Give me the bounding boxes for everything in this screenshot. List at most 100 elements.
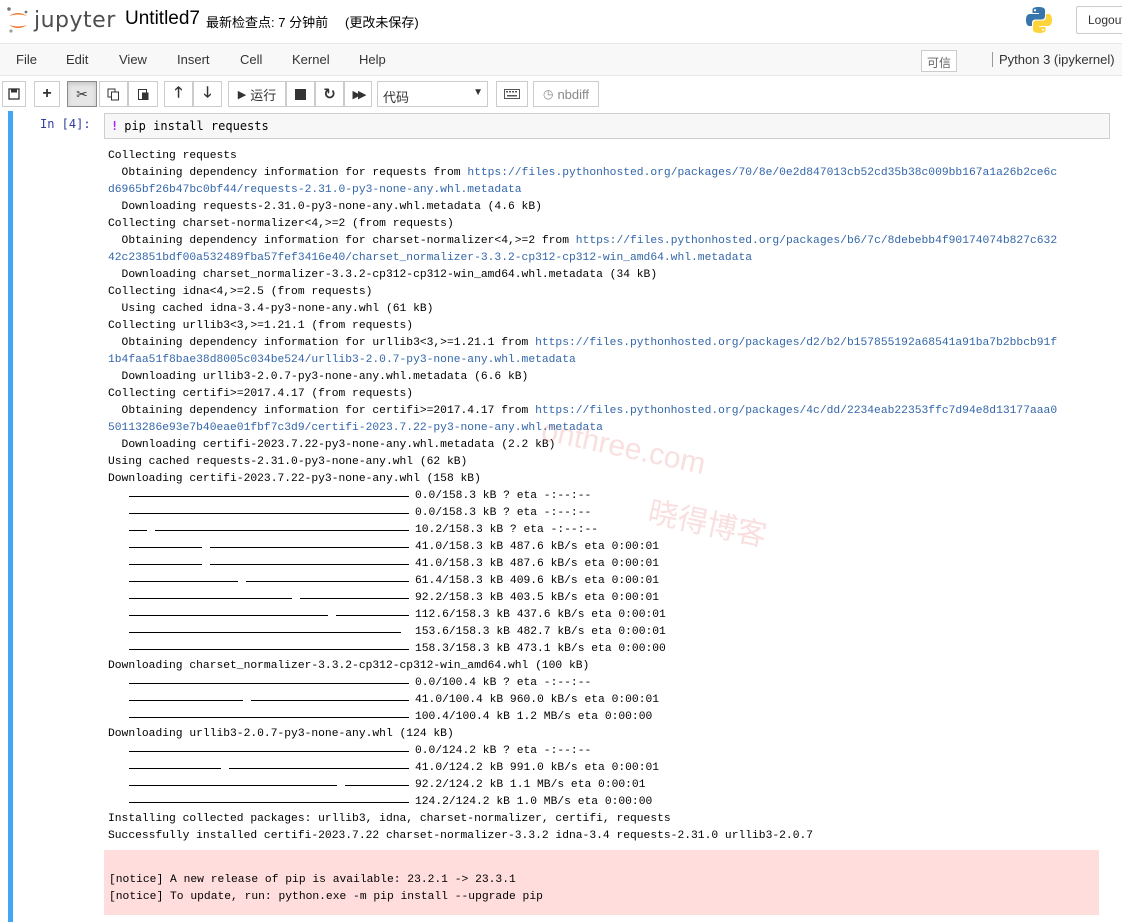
progress-bar-remaining	[210, 564, 409, 565]
menu-help[interactable]: Help	[359, 52, 386, 67]
package-url-link[interactable]: https://files.pythonhosted.org/packages/…	[535, 337, 1057, 349]
menu-insert[interactable]: Insert	[177, 52, 210, 67]
progress-bar	[129, 760, 409, 777]
restart-run-all-button[interactable]: ▶▶	[344, 81, 372, 107]
progress-text: 0.0/100.4 kB ? eta -:--:--	[415, 677, 592, 689]
progress-bar	[129, 607, 409, 624]
copy-button[interactable]	[99, 81, 128, 107]
output-line: d6965bf26b47bc0bf44/requests-2.31.0-py3-…	[108, 182, 1098, 199]
fast-forward-icon: ▶▶	[352, 88, 367, 101]
notice-line: [notice] To update, run: python.exe -m p…	[109, 891, 543, 903]
output-text: Downloading charset_normalizer-3.3.2-cp3…	[108, 660, 590, 672]
package-url-link[interactable]: https://files.pythonhosted.org/packages/…	[535, 405, 1057, 417]
output-line: Using cached requests-2.31.0-py3-none-an…	[108, 454, 1098, 471]
progress-bar	[129, 590, 409, 607]
progress-bar	[129, 743, 409, 760]
cell-type-value: 代码	[383, 90, 410, 105]
progress-text: 100.4/100.4 kB 1.2 MB/s eta 0:00:00	[415, 711, 653, 723]
chevron-down-icon: ▼	[473, 87, 483, 98]
jupyter-wordmark: jupyter	[34, 7, 116, 33]
package-url-link[interactable]: d6965bf26b47bc0bf44/requests-2.31.0-py3-…	[108, 184, 522, 196]
kernel-indicator[interactable]: Python 3 (ipykernel)	[992, 52, 1115, 67]
output-text: Downloading certifi-2023.7.22-py3-none-a…	[108, 473, 481, 485]
trusted-indicator[interactable]: 可信	[921, 50, 957, 72]
notice-line: [notice] A new release of pip is availab…	[109, 874, 516, 886]
interrupt-button[interactable]	[286, 81, 315, 107]
code-text: pip install requests	[124, 119, 269, 133]
package-url-link[interactable]: https://files.pythonhosted.org/packages/…	[467, 167, 1057, 179]
logout-button[interactable]: Logout	[1076, 6, 1122, 34]
autosave-status: (更改未保存)	[345, 15, 419, 30]
output-line: Collecting urllib3<3,>=1.21.1 (from requ…	[108, 318, 1098, 335]
output-line: 92.2/158.3 kB 403.5 kB/s eta 0:00:01	[108, 590, 1098, 607]
progress-bar-track	[129, 513, 409, 514]
progress-bar-remaining	[251, 700, 409, 701]
menu-edit[interactable]: Edit	[66, 52, 88, 67]
paste-button[interactable]	[128, 81, 158, 107]
progress-bar-fill	[129, 564, 202, 565]
restart-button[interactable]: ↻	[315, 81, 344, 107]
progress-text: 92.2/124.2 kB 1.1 MB/s eta 0:00:01	[415, 779, 646, 791]
code-input[interactable]: ! pip install requests	[104, 113, 1110, 139]
progress-bar-track	[129, 751, 409, 752]
progress-bar-track	[129, 496, 409, 497]
progress-bar-remaining	[300, 598, 409, 599]
output-text: Using cached requests-2.31.0-py3-none-an…	[108, 456, 468, 468]
output-line: Obtaining dependency information for cer…	[108, 403, 1098, 420]
progress-text: 61.4/158.3 kB 409.6 kB/s eta 0:00:01	[415, 575, 660, 587]
output-line: 10.2/158.3 kB ? eta -:--:--	[108, 522, 1098, 539]
output-text: Obtaining dependency information for cer…	[108, 405, 536, 417]
progress-bar	[129, 539, 409, 556]
jupyter-logo[interactable]: jupyter	[6, 5, 116, 35]
progress-bar-fill	[129, 700, 243, 701]
cell-type-select[interactable]: 代码 ▼	[377, 81, 488, 107]
move-up-button[interactable]: 🡑	[164, 81, 193, 107]
output-line: Obtaining dependency information for url…	[108, 335, 1098, 352]
progress-text: 41.0/100.4 kB 960.0 kB/s eta 0:00:01	[415, 694, 660, 706]
output-text: Obtaining dependency information for cha…	[108, 235, 576, 247]
progress-bar	[129, 777, 409, 794]
input-prompt: In [4]:	[40, 117, 91, 131]
progress-bar	[129, 488, 409, 505]
run-button[interactable]: ▶ 运行	[228, 81, 286, 107]
output-text: Obtaining dependency information for url…	[108, 337, 536, 349]
toolbar: + ✂ 🡑 🡓 ▶ 运行 ↻ ▶▶ 代码 ▼ ◷ nbdiff	[0, 77, 1122, 111]
package-url-link[interactable]: 42c23851bdf00a532489fba57fef3416e40/char…	[108, 252, 752, 264]
nbdiff-button[interactable]: ◷ nbdiff	[533, 81, 599, 107]
progress-bar	[129, 675, 409, 692]
jupyter-logo-icon	[7, 7, 28, 33]
package-url-link[interactable]: 1b4faa51f8bae38d8005c034be524/urllib3-2.…	[108, 354, 576, 366]
progress-text: 153.6/158.3 kB 482.7 kB/s eta 0:00:01	[415, 626, 666, 638]
paste-icon	[137, 88, 148, 100]
package-url-link[interactable]: https://files.pythonhosted.org/packages/…	[576, 235, 1057, 247]
notebook-name[interactable]: Untitled7	[125, 8, 200, 30]
progress-text: 41.0/158.3 kB 487.6 kB/s eta 0:00:01	[415, 541, 660, 553]
cut-button[interactable]: ✂	[67, 81, 97, 107]
output-line: 42c23851bdf00a532489fba57fef3416e40/char…	[108, 250, 1098, 267]
play-icon: ▶	[237, 88, 247, 101]
progress-bar-fill	[129, 632, 401, 633]
insert-cell-button[interactable]: +	[34, 81, 60, 107]
package-url-link[interactable]: 50113286e93e7b40eae01fbf7c3d9/certifi-20…	[108, 422, 603, 434]
command-palette-button[interactable]	[496, 81, 528, 107]
save-button[interactable]	[2, 81, 26, 107]
menu-view[interactable]: View	[119, 52, 147, 67]
progress-text: 0.0/124.2 kB ? eta -:--:--	[415, 745, 592, 757]
menu-cell[interactable]: Cell	[240, 52, 262, 67]
output-line: Obtaining dependency information for req…	[108, 165, 1098, 182]
output-line: Downloading charset_normalizer-3.3.2-cp3…	[108, 267, 1098, 284]
menu-kernel[interactable]: Kernel	[292, 52, 330, 67]
menu-file[interactable]: File	[16, 52, 37, 67]
move-down-button[interactable]: 🡓	[193, 81, 222, 107]
output-line: 0.0/158.3 kB ? eta -:--:--	[108, 488, 1098, 505]
output-line: 153.6/158.3 kB 482.7 kB/s eta 0:00:01	[108, 624, 1098, 641]
output-line: Downloading requests-2.31.0-py3-none-any…	[108, 199, 1098, 216]
output-line: Collecting idna<4,>=2.5 (from requests)	[108, 284, 1098, 301]
progress-text: 41.0/124.2 kB 991.0 kB/s eta 0:00:01	[415, 762, 660, 774]
output-line: Collecting certifi>=2017.4.17 (from requ…	[108, 386, 1098, 403]
output-line: 100.4/100.4 kB 1.2 MB/s eta 0:00:00	[108, 709, 1098, 726]
progress-bar-track	[129, 683, 409, 684]
shell-bang: !	[111, 119, 119, 133]
output-line: Using cached idna-3.4-py3-none-any.whl (…	[108, 301, 1098, 318]
progress-bar	[129, 794, 409, 811]
